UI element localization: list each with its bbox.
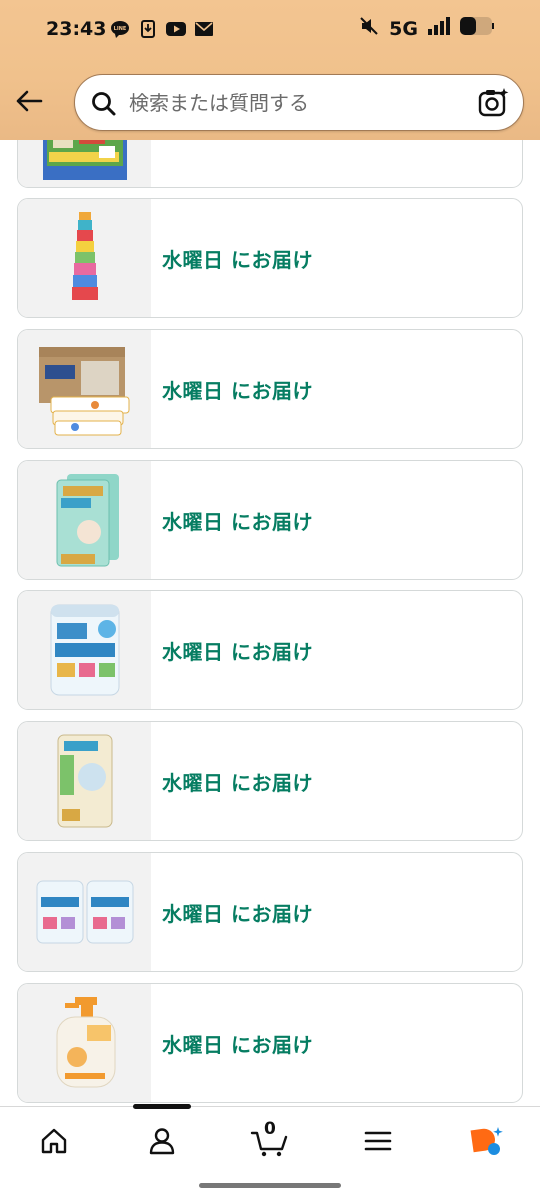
product-image	[18, 330, 151, 448]
line-icon: LINE	[110, 20, 130, 38]
delivery-date: 水曜日 にお届け	[162, 639, 313, 664]
svg-text:LINE: LINE	[114, 26, 127, 32]
gesture-home-bar[interactable]	[199, 1183, 341, 1188]
network-type: 5G	[389, 17, 418, 40]
product-image	[18, 461, 151, 579]
mute-icon	[359, 17, 379, 40]
delivery-date: 水曜日 にお届け	[162, 509, 313, 534]
signal-icon	[428, 17, 450, 40]
delivery-date: 水曜日 にお届け	[162, 770, 313, 795]
search-icon	[91, 91, 117, 122]
cart-count: 0	[264, 1119, 276, 1139]
app-header: 23:43 LINE 5G	[0, 0, 540, 140]
product-image	[18, 722, 151, 840]
status-time: 23:43	[46, 18, 107, 40]
camera-lens-icon[interactable]	[477, 87, 509, 124]
search-bar[interactable]	[74, 74, 524, 131]
order-card[interactable]: 水曜日 にお届け	[17, 590, 523, 710]
nav-menu[interactable]	[355, 1121, 401, 1161]
product-image	[18, 591, 151, 709]
delivery-date: 水曜日 にお届け	[162, 1032, 313, 1057]
order-card[interactable]: 水曜日 にお届け	[17, 721, 523, 841]
active-tab-indicator	[133, 1104, 191, 1109]
status-bar: 23:43 LINE 5G	[0, 0, 540, 62]
order-card[interactable]: 水曜日 にお届け	[17, 460, 523, 580]
order-card[interactable]: 水曜日 にお届け	[17, 329, 523, 449]
delivery-date: 水曜日 にお届け	[162, 247, 313, 272]
delivery-date: 水曜日 にお届け	[162, 378, 313, 403]
nav-account[interactable]	[139, 1121, 185, 1161]
back-arrow-icon	[16, 90, 43, 112]
search-input[interactable]	[129, 85, 469, 121]
nav-cart[interactable]: 0	[247, 1119, 293, 1161]
order-card[interactable]: 水曜日 にお届け	[17, 198, 523, 318]
product-image	[18, 199, 151, 317]
menu-icon	[364, 1131, 392, 1151]
account-icon	[149, 1128, 175, 1155]
order-card[interactable]: 水曜日 にお届け	[17, 852, 523, 972]
battery-icon	[460, 17, 494, 40]
home-icon	[41, 1128, 67, 1154]
youtube-icon	[166, 20, 186, 38]
order-card[interactable]: 水曜日 にお届け	[17, 983, 523, 1103]
product-image	[18, 984, 151, 1102]
nav-rufus[interactable]	[463, 1121, 509, 1161]
nav-home[interactable]	[31, 1121, 77, 1161]
mail-icon	[194, 20, 214, 38]
delivery-date: 水曜日 にお届け	[162, 901, 313, 926]
download-icon	[138, 20, 158, 38]
product-image	[18, 853, 151, 971]
back-button[interactable]	[12, 86, 46, 116]
order-list: 水曜日 にお届け 水曜日 にお届け 水曜日 にお届け 水曜日 にお届け 水曜日 …	[0, 0, 540, 1108]
search-row	[0, 72, 540, 134]
rufus-icon	[470, 1127, 503, 1155]
bottom-nav: 0	[0, 1104, 540, 1200]
